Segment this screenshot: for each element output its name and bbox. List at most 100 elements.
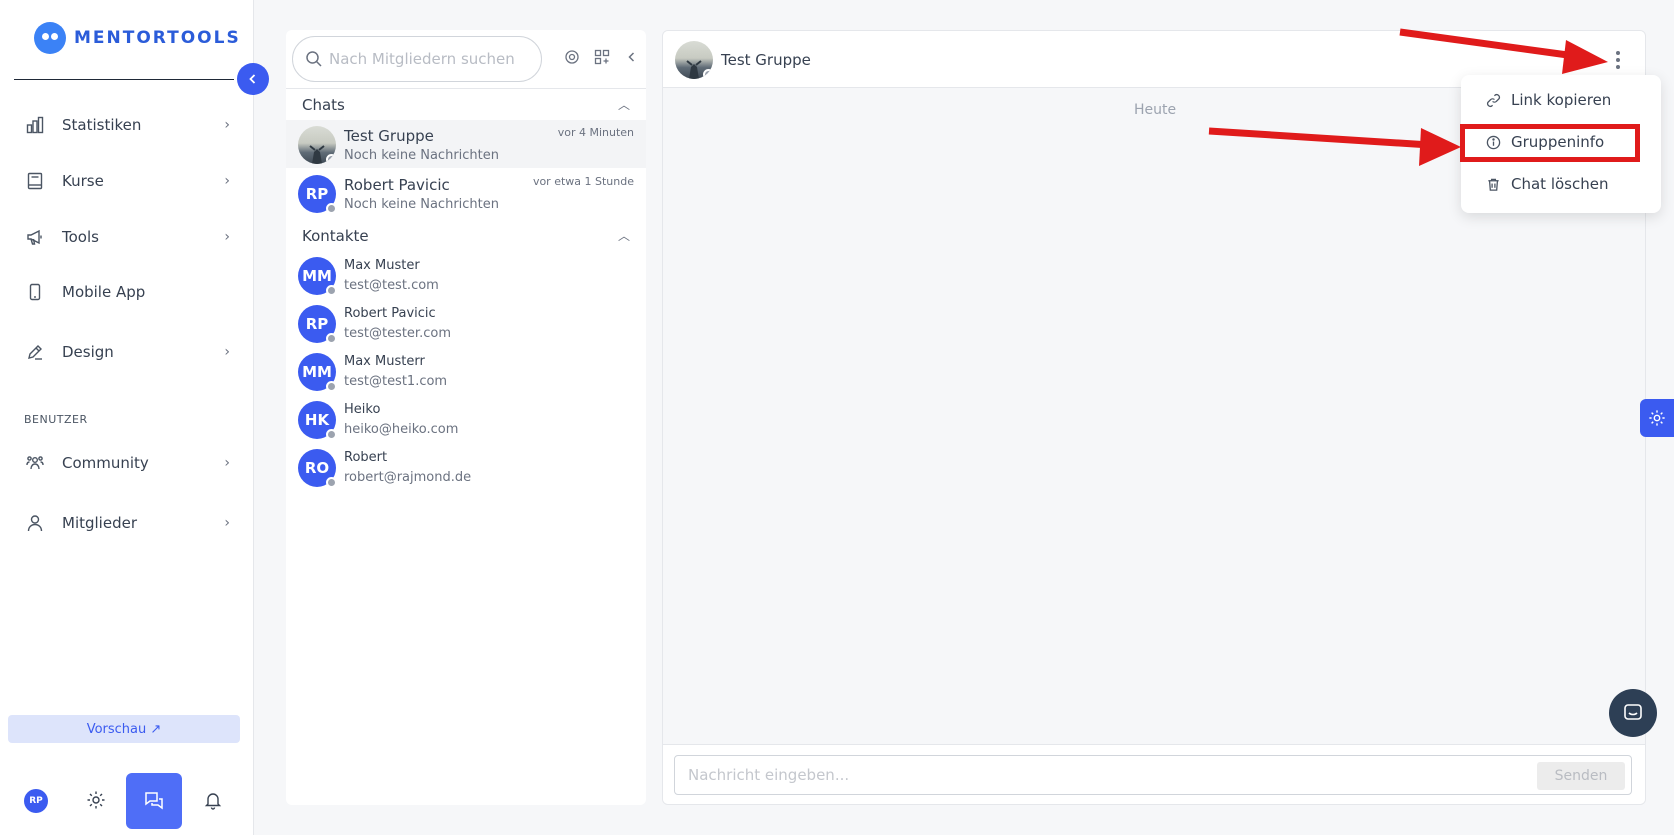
- chat-list-panel: Nach Mitgliedern suchen Chats ︿ Test Gru…: [286, 30, 646, 805]
- avatar: RP: [298, 175, 337, 214]
- message-input[interactable]: Nachricht eingeben... Senden: [674, 755, 1632, 795]
- sidebar-divider: [14, 79, 234, 80]
- menu-item-delete-chat[interactable]: Chat löschen: [1485, 175, 1608, 193]
- chat-item-robert-pavicic[interactable]: RP Robert Pavicic Noch keine Nachrichten…: [286, 169, 646, 217]
- settings-side-tab[interactable]: [1640, 399, 1674, 437]
- more-options-icon[interactable]: [1611, 49, 1625, 71]
- avatar: MM: [298, 257, 337, 296]
- status-dot: [326, 333, 337, 344]
- sidebar-item-statistiken[interactable]: Statistiken ›: [24, 105, 230, 145]
- bell-icon[interactable]: [201, 788, 225, 812]
- status-dot: [326, 203, 337, 214]
- chevron-right-icon: ›: [224, 229, 230, 245]
- chat-preview: Noch keine Nachrichten: [344, 197, 499, 212]
- chat-bubble-icon: [1624, 704, 1642, 720]
- users-icon: [24, 452, 46, 474]
- sidebar-item-mitglieder[interactable]: Mitglieder ›: [24, 503, 230, 543]
- link-icon: [1485, 92, 1501, 108]
- grid-add-icon[interactable]: [593, 48, 611, 66]
- trash-icon: [1485, 176, 1501, 192]
- brand-logo[interactable]: MENTORTOOLS: [34, 22, 241, 54]
- contact-item[interactable]: RP Robert Pavicic test@tester.com: [286, 299, 646, 347]
- contacts-section-header[interactable]: Kontakte ︿: [302, 227, 630, 245]
- menu-item-copy-link[interactable]: Link kopieren: [1485, 91, 1611, 109]
- menu-item-label: Link kopieren: [1511, 91, 1612, 109]
- sidebar-item-design[interactable]: Design ›: [24, 332, 230, 372]
- avatar-initials: MM: [302, 267, 332, 285]
- menu-item-group-info[interactable]: Gruppeninfo: [1485, 133, 1604, 151]
- bar-chart-icon: [24, 114, 46, 136]
- status-dot: [326, 381, 337, 392]
- avatar-initials: MM: [302, 363, 332, 381]
- sidebar-item-label: Mobile App: [62, 283, 146, 301]
- contact-email: robert@rajmond.de: [344, 470, 472, 485]
- logo-icon: [34, 22, 66, 54]
- contact-name: Heiko: [344, 402, 381, 417]
- section-title: Chats: [302, 96, 345, 114]
- sidebar-item-label: Design: [62, 343, 114, 361]
- sidebar-item-mobile-app[interactable]: Mobile App: [24, 272, 230, 312]
- contact-email: test@test1.com: [344, 374, 448, 389]
- send-button[interactable]: Senden: [1537, 762, 1625, 790]
- contact-item[interactable]: MM Max Musterr test@test1.com: [286, 347, 646, 395]
- avatar: HK: [298, 401, 337, 440]
- section-title: Kontakte: [302, 227, 369, 245]
- sidebar-item-label: Statistiken: [62, 116, 142, 134]
- sidebar-item-tools[interactable]: Tools ›: [24, 217, 230, 257]
- chevron-right-icon: ›: [224, 344, 230, 360]
- divider: [286, 88, 646, 89]
- avatar: RO: [298, 449, 337, 488]
- megaphone-icon: [24, 226, 46, 248]
- chevron-right-icon: ›: [224, 117, 230, 133]
- brand-name: MENTORTOOLS: [74, 28, 241, 48]
- chevron-up-icon: ︿: [617, 98, 630, 112]
- contact-email: heiko@heiko.com: [344, 422, 459, 437]
- contact-item[interactable]: HK Heiko heiko@heiko.com: [286, 395, 646, 443]
- sidebar-item-kurse[interactable]: Kurse ›: [24, 161, 230, 201]
- sidebar-collapse-button[interactable]: [237, 63, 269, 95]
- contact-item[interactable]: MM Max Muster test@test.com: [286, 251, 646, 299]
- gear-icon: [1649, 410, 1665, 426]
- contact-name: Robert: [344, 450, 388, 465]
- chat-item-test-gruppe[interactable]: Test Gruppe Noch keine Nachrichten vor 4…: [286, 120, 646, 168]
- info-icon: [1485, 134, 1501, 150]
- preview-button[interactable]: Vorschau ↗: [8, 715, 240, 743]
- avatar: RP: [298, 305, 337, 344]
- menu-item-label: Gruppeninfo: [1511, 133, 1605, 151]
- sidebar-item-label: Mitglieder: [62, 514, 137, 532]
- avatar[interactable]: [675, 41, 713, 79]
- contact-item[interactable]: RO Robert robert@rajmond.de: [286, 443, 646, 491]
- chevron-left-icon: [249, 74, 256, 84]
- chat-options-menu: Link kopieren Gruppeninfo Chat löschen: [1461, 75, 1661, 213]
- chat-name: Test Gruppe: [344, 127, 434, 145]
- chevron-right-icon: ›: [224, 173, 230, 189]
- chevron-left-icon[interactable]: [623, 48, 641, 66]
- sidebar-item-community[interactable]: Community ›: [24, 443, 230, 483]
- status-dot: [326, 285, 337, 296]
- gear-icon[interactable]: [84, 788, 108, 812]
- message-placeholder: Nachricht eingeben...: [688, 766, 850, 784]
- avatar: [298, 126, 336, 164]
- gear-icon[interactable]: [563, 48, 581, 66]
- search-placeholder: Nach Mitgliedern suchen: [329, 50, 515, 68]
- chats-section-header[interactable]: Chats ︿: [302, 96, 630, 114]
- avatar[interactable]: RP: [24, 789, 48, 813]
- support-chat-button[interactable]: [1609, 689, 1657, 737]
- contact-email: test@test.com: [344, 278, 439, 293]
- chevron-up-icon: ︿: [617, 229, 630, 243]
- search-input[interactable]: Nach Mitgliedern suchen: [292, 36, 542, 82]
- book-icon: [24, 170, 46, 192]
- avatar-initials: RO: [304, 459, 330, 477]
- chat-button[interactable]: [126, 773, 182, 829]
- chat-time: vor etwa 1 Stunde: [532, 175, 634, 188]
- sidebar-bottom-bar: RP: [0, 772, 254, 829]
- status-dot: [326, 477, 337, 488]
- chat-list-toolbar: [563, 48, 641, 66]
- pencil-icon: [24, 341, 46, 363]
- section-label-benutzer: BENUTZER: [24, 413, 88, 426]
- chat-time: vor 4 Minuten: [557, 126, 634, 139]
- contact-name: Max Muster: [344, 258, 420, 273]
- status-dot: [326, 154, 336, 164]
- sidebar-item-label: Tools: [62, 228, 99, 246]
- contact-name: Max Musterr: [344, 354, 425, 369]
